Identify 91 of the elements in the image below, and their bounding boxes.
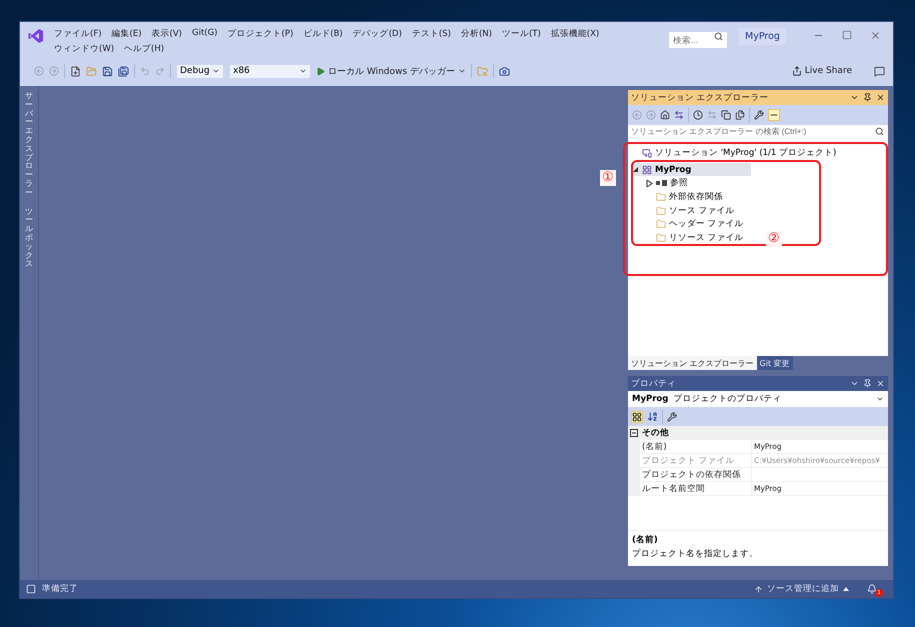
menu-item[interactable]: 拡張機能(X) <box>550 28 600 40</box>
pin-icon[interactable] <box>863 93 872 102</box>
side-tab[interactable]: ツールボックス <box>25 208 33 270</box>
menu-item[interactable]: テスト(S) <box>412 28 451 40</box>
object-dropdown[interactable]: MyProg プロジェクトのプロパティ <box>628 391 888 407</box>
menu-item[interactable]: ヘルプ(H) <box>124 43 164 55</box>
pin-icon[interactable] <box>863 379 872 388</box>
annotation-number: ① <box>600 170 616 186</box>
close-icon <box>870 30 881 41</box>
caret-icon <box>458 67 466 75</box>
solution-icon <box>642 148 652 158</box>
dropdown-icon[interactable] <box>850 93 859 102</box>
menu-item[interactable]: 編集(E) <box>112 28 142 40</box>
panel-tab[interactable]: ソリューション エクスプローラー <box>628 356 757 370</box>
tree-item[interactable]: MyProg <box>631 162 752 176</box>
property-name[interactable]: (名前) <box>640 440 752 454</box>
caret-icon <box>299 67 307 75</box>
menu-item[interactable]: ビルド(B) <box>303 28 343 40</box>
references-icon <box>656 180 667 186</box>
tree-item[interactable]: リソース ファイル <box>645 231 746 245</box>
arrow-up-icon <box>754 584 763 594</box>
panel-title-bar: ソリューション エクスプローラー <box>628 90 888 105</box>
wrench-icon[interactable] <box>754 110 764 120</box>
play-icon <box>316 66 325 76</box>
save-all-icon[interactable] <box>118 66 129 76</box>
bell-icon <box>867 584 877 594</box>
tree-item[interactable]: ソース ファイル <box>645 204 737 218</box>
status-text: 準備完了 <box>42 583 78 595</box>
menu-item[interactable]: ファイル(F) <box>54 28 102 40</box>
maximize-icon <box>842 30 852 40</box>
menu-item[interactable]: デバッグ(D) <box>352 28 402 40</box>
caret-icon <box>876 395 884 403</box>
property-name[interactable]: ルート名前空間 <box>640 482 752 496</box>
sort-icon[interactable] <box>647 411 658 422</box>
folder-icon <box>656 232 666 243</box>
feedback-icon[interactable] <box>874 66 885 76</box>
menu-item[interactable]: 表示(V) <box>152 28 182 40</box>
menu-item[interactable]: ツール(T) <box>502 28 541 40</box>
panel-tab[interactable]: Git 変更 <box>756 356 793 370</box>
home-icon[interactable] <box>660 110 670 120</box>
annotation-number: ② <box>766 230 782 247</box>
side-tab[interactable]: サーバーエクスプローラー <box>25 92 33 198</box>
new-file-icon[interactable] <box>70 66 81 76</box>
files-icon[interactable] <box>735 110 745 120</box>
platform-dropdown[interactable]: x86 <box>229 64 311 78</box>
close-button[interactable] <box>870 30 881 41</box>
folder-icon <box>656 192 666 202</box>
live-share-button[interactable]: Live Share <box>792 66 852 76</box>
sync-icon[interactable] <box>674 110 684 120</box>
run-button[interactable]: ローカル Windows デバッガー <box>316 64 466 78</box>
copy-icon[interactable] <box>721 110 731 120</box>
tree-item[interactable]: ソリューション 'MyProg' (1/1 プロジェクト) <box>631 146 838 160</box>
close-icon[interactable] <box>876 93 885 102</box>
category-header[interactable]: その他 <box>628 426 888 440</box>
tree-item[interactable]: ヘッダー ファイル <box>645 217 746 232</box>
preview-icon[interactable] <box>768 109 780 121</box>
output-icon <box>26 584 36 594</box>
folder-icon <box>656 206 666 216</box>
camera-icon[interactable] <box>498 66 510 76</box>
maximize-button[interactable] <box>842 30 852 41</box>
save-icon[interactable] <box>102 66 113 76</box>
logo-icon <box>28 28 44 44</box>
configuration-dropdown[interactable]: Debug <box>176 64 224 78</box>
caret-icon <box>843 587 849 591</box>
tree-item[interactable]: 参照 <box>645 176 690 190</box>
menu-item[interactable]: 分析(N) <box>460 28 492 40</box>
search-icon <box>714 32 723 41</box>
menu-item[interactable]: ウィンドウ(W) <box>54 43 114 55</box>
description-text: プロジェクト名を指定します。 <box>632 548 759 560</box>
property-name[interactable]: プロジェクトの依存関係 <box>640 468 752 482</box>
tree-item[interactable]: 外部依存関係 <box>645 190 725 204</box>
menu-item[interactable]: プロジェクト(P) <box>228 28 294 40</box>
project-icon <box>642 164 652 175</box>
categorized-icon[interactable] <box>631 410 643 422</box>
search-icon <box>875 127 884 136</box>
share-icon <box>792 66 802 76</box>
search-field[interactable]: ソリューション エクスプローラー の検索 (Ctrl+:) <box>628 125 888 138</box>
solution-title: MyProg <box>739 28 786 45</box>
folder-icon <box>656 219 666 230</box>
expand-icon[interactable] <box>646 180 652 187</box>
wrench-icon[interactable] <box>667 412 677 422</box>
search-field[interactable]: 検索... <box>669 32 727 48</box>
panel-title-bar: プロパティ <box>628 376 888 391</box>
menu-item[interactable]: Git(G) <box>192 28 218 40</box>
dropdown-icon[interactable] <box>850 379 859 388</box>
collapse-icon[interactable] <box>632 166 638 174</box>
clock-icon[interactable] <box>693 110 703 120</box>
collapse-icon[interactable] <box>630 429 638 437</box>
source-control-button[interactable]: ソース管理に追加 <box>754 583 849 595</box>
caret-icon <box>212 67 220 75</box>
description-title: (名前) <box>632 534 659 546</box>
